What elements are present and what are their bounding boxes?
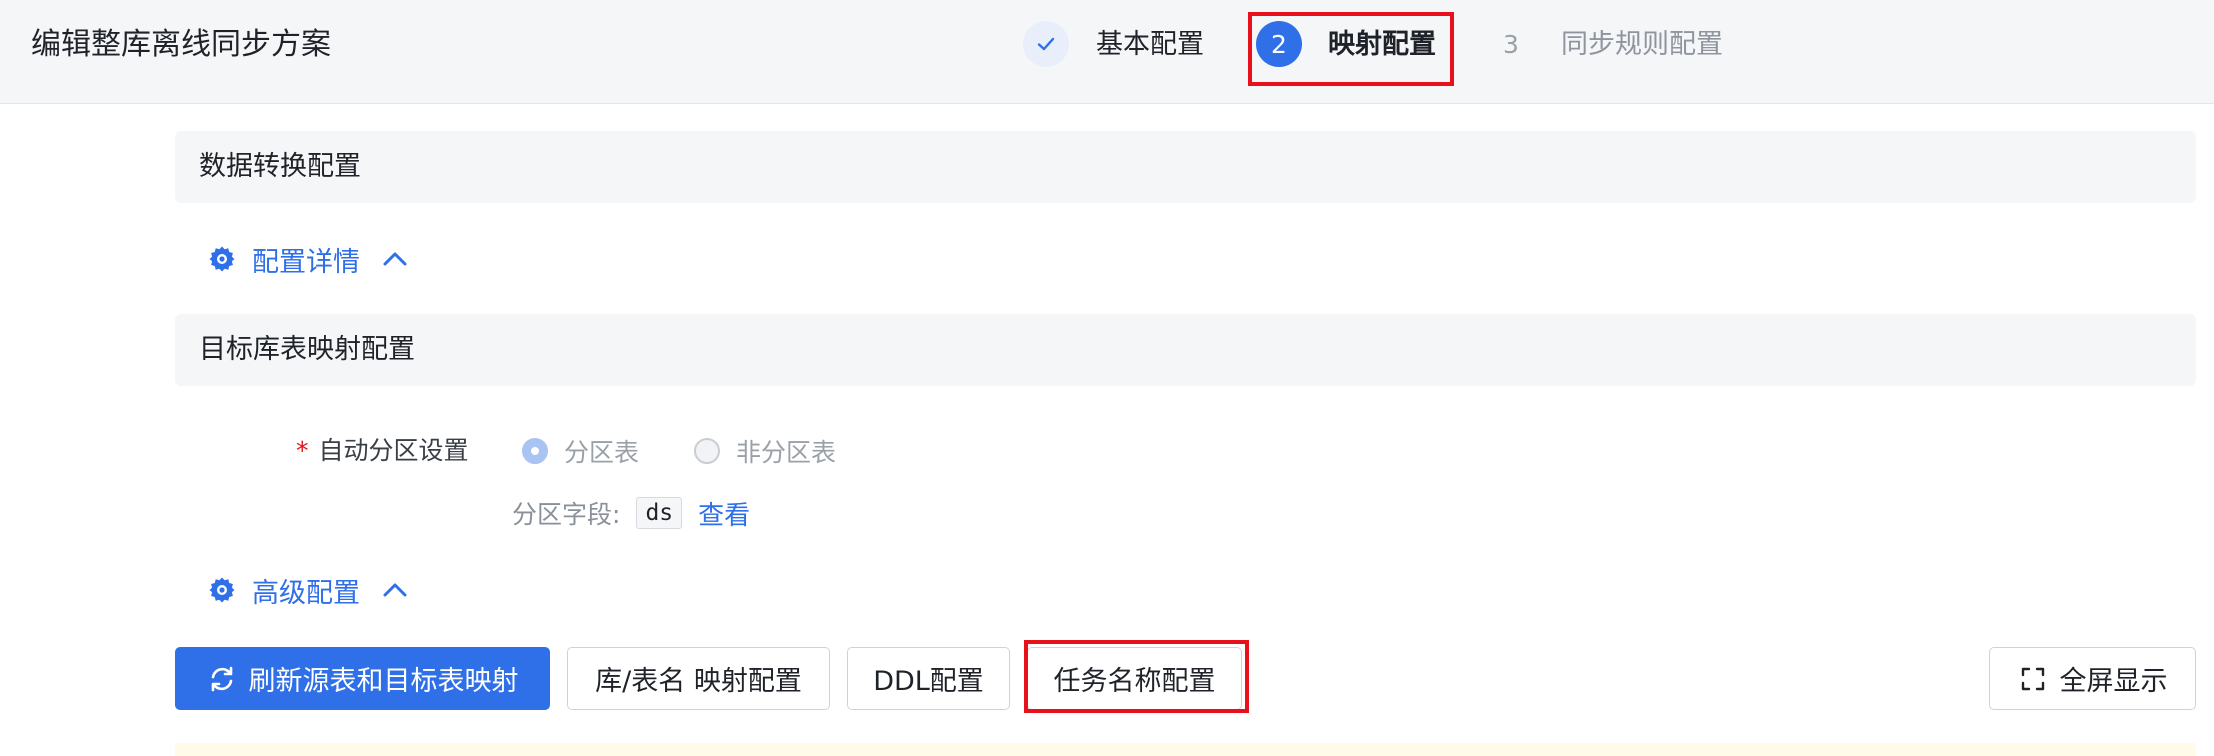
notice-bar <box>175 743 2196 756</box>
refresh-mapping-button[interactable]: 刷新源表和目标表映射 <box>175 647 550 710</box>
radio-non-partition-table[interactable]: 非分区表 <box>694 432 836 470</box>
step-label: 基本配置 <box>1096 29 1204 60</box>
db-table-mapping-button[interactable]: 库/表名 映射配置 <box>567 647 830 710</box>
toggle-label: 配置详情 <box>252 246 360 278</box>
auto-partition-text: 自动分区设置 <box>318 436 469 465</box>
partition-field-label: 分区字段: <box>512 500 621 529</box>
view-link[interactable]: 查看 <box>698 495 750 532</box>
ddl-config-button[interactable]: DDL配置 <box>847 647 1010 710</box>
fullscreen-icon <box>2021 667 2044 690</box>
section-target-mapping: 目标库表映射配置 <box>175 314 2196 386</box>
gear-icon <box>209 577 235 603</box>
gear-icon <box>209 246 235 272</box>
highlight-box-task-name <box>1024 640 1249 713</box>
refresh-icon <box>211 666 232 691</box>
page-header: 编辑整库离线同步方案 基本配置 2 映射配置 3 同步规则配置 <box>0 0 2214 104</box>
partition-field-value: ds <box>636 497 683 529</box>
radio-partition-table[interactable]: 分区表 <box>522 432 639 470</box>
section-data-transform: 数据转换配置 <box>175 131 2196 203</box>
fullscreen-button[interactable]: 全屏显示 <box>1989 647 2196 710</box>
radio-label: 非分区表 <box>736 438 837 467</box>
radio-dot <box>694 438 720 464</box>
button-label: 刷新源表和目标表映射 <box>248 666 519 697</box>
page-title: 编辑整库离线同步方案 <box>31 27 331 62</box>
button-label: 全屏显示 <box>2059 666 2168 697</box>
button-label: 库/表名 映射配置 <box>595 666 802 697</box>
step-number: 3 <box>1503 29 1519 59</box>
highlight-box-active-step <box>1248 12 1454 86</box>
step-label: 同步规则配置 <box>1561 29 1723 60</box>
advanced-config-toggle[interactable]: 高级配置 <box>208 570 408 610</box>
partition-field-row: 分区字段: ds 查看 <box>512 494 750 532</box>
config-detail-toggle[interactable]: 配置详情 <box>208 239 408 279</box>
section-title: 数据转换配置 <box>199 151 361 182</box>
chevron-up-icon <box>383 252 407 266</box>
toggle-label: 高级配置 <box>252 577 360 609</box>
radio-dot <box>522 438 548 464</box>
chevron-up-icon <box>383 583 407 597</box>
checkmark-icon <box>1023 21 1069 67</box>
button-label: DDL配置 <box>873 666 984 697</box>
required-mark: * <box>296 436 309 465</box>
section-title: 目标库表映射配置 <box>199 334 415 365</box>
auto-partition-label: * 自动分区设置 <box>296 432 469 470</box>
radio-label: 分区表 <box>564 438 640 467</box>
